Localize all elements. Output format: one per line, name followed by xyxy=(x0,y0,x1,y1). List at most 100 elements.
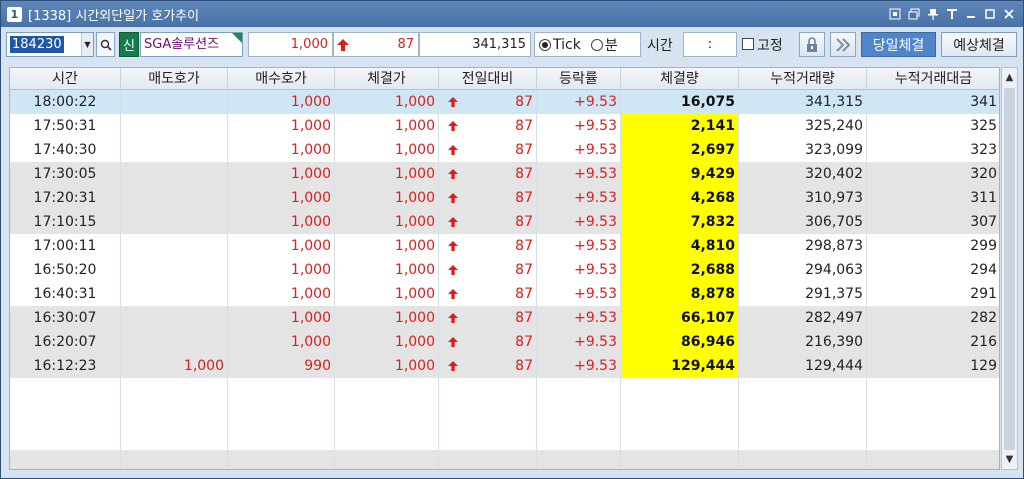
cell-volume: 129,444 xyxy=(621,354,739,378)
cell-time: 18:00:22 xyxy=(10,90,121,114)
cell-ask xyxy=(121,282,228,306)
table-row[interactable]: 17:30:05 1,000 1,000 87 +9.53 9,429 320,402 320 xyxy=(10,162,999,186)
cell-cum-amount: 311 xyxy=(867,186,999,210)
cell-ask xyxy=(121,258,228,282)
lock-button[interactable] xyxy=(799,32,825,57)
font-size-icon[interactable] xyxy=(944,5,960,22)
cell-change: 87 xyxy=(439,354,537,378)
fix-checkbox[interactable] xyxy=(742,38,754,50)
cell-bid: 1,000 xyxy=(228,306,335,330)
radio-minute-label[interactable]: 분 xyxy=(605,35,618,55)
cell-ask xyxy=(121,138,228,162)
table-row[interactable]: 16:12:23 1,000 990 1,000 87 +9.53 129,444 129,4… xyxy=(10,354,999,378)
table-row[interactable]: 17:00:11 1,000 1,000 87 +9.53 4,810 298,873 299 xyxy=(10,234,999,258)
today-trades-button[interactable]: 당일체결 xyxy=(861,32,936,57)
header-rate[interactable]: 등락률 xyxy=(537,68,621,90)
empty-cell xyxy=(537,450,621,469)
empty-cell xyxy=(121,450,228,469)
cell-volume: 9,429 xyxy=(621,162,739,186)
up-arrow-icon xyxy=(448,97,458,107)
cell-cum-volume: 320,402 xyxy=(739,162,867,186)
table-row[interactable]: 16:40:31 1,000 1,000 87 +9.53 8,878 291,375 291 xyxy=(10,282,999,306)
chevron-down-icon[interactable]: ▼ xyxy=(81,33,93,56)
cell-change: 87 xyxy=(439,258,537,282)
header-ask[interactable]: 매도호가 xyxy=(121,68,228,90)
scroll-thumb[interactable] xyxy=(1004,88,1015,450)
scroll-down-icon[interactable]: ▼ xyxy=(1002,452,1017,467)
table-row[interactable]: 16:50:20 1,000 1,000 87 +9.53 2,688 294,063 294 xyxy=(10,258,999,282)
cell-volume: 8,878 xyxy=(621,282,739,306)
link-window-icon[interactable] xyxy=(887,5,903,22)
empty-cell xyxy=(867,378,999,402)
cell-cum-amount: 129 xyxy=(867,354,999,378)
close-icon[interactable] xyxy=(1001,5,1017,22)
cell-cum-volume: 294,063 xyxy=(739,258,867,282)
cell-bid: 1,000 xyxy=(228,210,335,234)
cell-change: 87 xyxy=(439,90,537,114)
cascade-window-icon[interactable] xyxy=(906,5,922,22)
table-row[interactable]: 16:20:07 1,000 1,000 87 +9.53 86,946 216,390 21… xyxy=(10,330,999,354)
empty-cell xyxy=(537,426,621,450)
radio-tick-label[interactable]: Tick xyxy=(553,37,581,53)
cell-volume: 4,810 xyxy=(621,234,739,258)
header-time[interactable]: 시간 xyxy=(10,68,121,90)
table-row[interactable]: 18:00:22 1,000 1,000 87 +9.53 16,075 341,315 34… xyxy=(10,90,999,114)
header-price[interactable]: 체결가 xyxy=(335,68,439,90)
header-volume[interactable]: 체결량 xyxy=(621,68,739,90)
title-bar[interactable]: 1 [1338] 시간외단일가 호가추이 xyxy=(1,1,1023,27)
fix-label[interactable]: 고정 xyxy=(757,35,783,55)
cell-volume: 2,688 xyxy=(621,258,739,282)
cell-bid: 1,000 xyxy=(228,186,335,210)
table-row[interactable]: 17:20:31 1,000 1,000 87 +9.53 4,268 310,973 311 xyxy=(10,186,999,210)
up-arrow-icon xyxy=(448,121,458,131)
header-bid[interactable]: 매수호가 xyxy=(228,68,335,90)
cell-time: 17:00:11 xyxy=(10,234,121,258)
radio-tick[interactable] xyxy=(539,38,551,51)
window-number-badge[interactable]: 1 xyxy=(7,6,22,22)
expected-trades-button[interactable]: 예상체결 xyxy=(941,32,1017,57)
cell-cum-amount: 325 xyxy=(867,114,999,138)
table-row[interactable]: 17:10:15 1,000 1,000 87 +9.53 7,832 306,705 307 xyxy=(10,210,999,234)
table-row[interactable]: 17:40:30 1,000 1,000 87 +9.53 2,697 323,099 323 xyxy=(10,138,999,162)
stock-name[interactable]: SGA솔루션즈 xyxy=(140,32,243,57)
empty-cell xyxy=(228,450,335,469)
empty-cell xyxy=(867,450,999,469)
maximize-icon[interactable] xyxy=(982,5,998,22)
header-cum-amount[interactable]: 누적거래대금 xyxy=(867,68,999,90)
header-cum-volume[interactable]: 누적거래량 xyxy=(739,68,867,90)
cell-price: 1,000 xyxy=(335,210,439,234)
next-button[interactable] xyxy=(830,32,856,57)
up-arrow-icon xyxy=(448,169,458,179)
search-button[interactable] xyxy=(96,32,115,57)
table-row[interactable]: 17:50:31 1,000 1,000 87 +9.53 2,141 325,240 325 xyxy=(10,114,999,138)
cell-price: 1,000 xyxy=(335,162,439,186)
header-change[interactable]: 전일대비 xyxy=(439,68,537,90)
pin-icon[interactable] xyxy=(925,5,941,22)
empty-cell xyxy=(335,402,439,426)
empty-cell xyxy=(867,426,999,450)
cell-time: 17:10:15 xyxy=(10,210,121,234)
cell-cum-amount: 341 xyxy=(867,90,999,114)
up-arrow-icon xyxy=(448,337,458,347)
minimize-icon[interactable] xyxy=(963,5,979,22)
change-value: 87 xyxy=(515,334,533,350)
vertical-scrollbar[interactable]: ▲ ▼ xyxy=(1001,67,1018,470)
radio-minute[interactable] xyxy=(590,38,603,51)
cell-change: 87 xyxy=(439,306,537,330)
time-label: 시간 xyxy=(647,38,673,54)
up-arrow-icon xyxy=(448,241,458,251)
table-row[interactable]: 16:30:07 1,000 1,000 87 +9.53 66,107 282,497 28… xyxy=(10,306,999,330)
corner-marker-icon xyxy=(232,33,242,43)
cell-change: 87 xyxy=(439,114,537,138)
time-input[interactable]: : xyxy=(683,32,737,57)
window-title: [1338] 시간외단일가 호가추이 xyxy=(28,8,200,24)
scroll-up-icon[interactable]: ▲ xyxy=(1002,70,1017,85)
lock-icon xyxy=(807,36,817,52)
up-arrow-icon xyxy=(337,39,349,51)
cell-rate: +9.53 xyxy=(537,90,621,114)
stock-code-input[interactable]: 184230 ▼ xyxy=(6,32,94,57)
empty-cell xyxy=(739,450,867,469)
empty-cell xyxy=(739,402,867,426)
stock-name-text: SGA솔루션즈 xyxy=(144,37,220,52)
cell-bid: 1,000 xyxy=(228,330,335,354)
